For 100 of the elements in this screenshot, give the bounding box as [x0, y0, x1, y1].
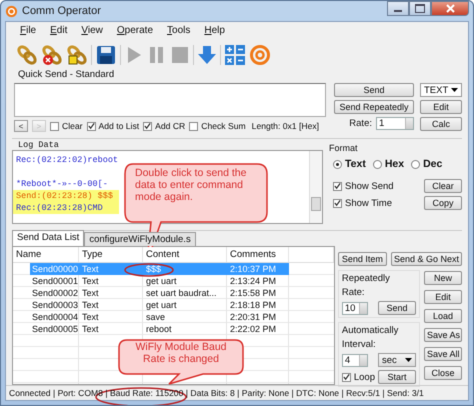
table-cell-text: set uart baudrat...	[145, 288, 218, 298]
log-line: *Reboot*-»--0-00[-	[15, 178, 108, 190]
menu-item[interactable]: Help	[204, 25, 225, 40]
radio-label: Hex	[384, 158, 404, 170]
chain-icon[interactable]	[16, 44, 38, 66]
list-button[interactable]: Close	[424, 366, 462, 380]
table-cell-text: Text	[81, 312, 100, 322]
chain-error-icon[interactable]	[41, 44, 63, 66]
menu-item[interactable]: Operate	[116, 25, 154, 40]
list-button[interactable]: Save As	[424, 328, 462, 342]
checkbox[interactable]	[143, 122, 152, 130]
unit-dropdown[interactable]: sec	[378, 353, 416, 367]
table-cell-text: Text	[81, 288, 100, 298]
checkbox-label: Clear	[62, 121, 83, 131]
length-label: Length: 0x1 [Hex]	[252, 121, 320, 131]
caret-icon	[451, 88, 458, 92]
checkbox[interactable]	[189, 122, 198, 130]
save-icon[interactable]	[95, 44, 117, 66]
checkbox-label: Add to List	[98, 121, 140, 131]
checkbox[interactable]	[342, 372, 351, 382]
list-button[interactable]: Edit	[424, 290, 462, 304]
send-repeatedly-button[interactable]: Send Repeatedly	[334, 100, 414, 114]
checkbox-label: Check Sum	[201, 121, 246, 131]
table-cell-text: 2:18:18 PM	[229, 300, 278, 310]
scrollbar[interactable]	[309, 151, 322, 223]
table-row[interactable]: Send00002 Text set uart baudrat... 2:15:58 PM	[13, 287, 289, 299]
send-button[interactable]: Send	[334, 83, 414, 97]
radio-button[interactable]	[411, 160, 420, 168]
menu-item[interactable]: View	[81, 25, 103, 40]
start-button[interactable]: Start	[378, 370, 416, 384]
column-header[interactable]: Comments	[227, 247, 289, 262]
logo-icon[interactable]	[249, 44, 271, 66]
list-button[interactable]: Load	[424, 309, 462, 323]
radio-button[interactable]	[333, 160, 342, 168]
quick-send-field[interactable]	[14, 83, 326, 117]
log-button[interactable]: Copy	[424, 196, 462, 210]
interval-field[interactable]: 4	[342, 354, 368, 366]
radio-button[interactable]	[372, 160, 382, 168]
calculator-icon[interactable]	[224, 44, 246, 66]
tab[interactable]: configureWiFlyModule.s	[84, 232, 196, 246]
table-cell-text: Send00002	[31, 288, 79, 298]
table-row[interactable]: Send00005 Text reboot 2:22:02 PM	[13, 323, 289, 335]
table-cell-text: Send00001	[31, 276, 79, 286]
checkbox-label: Add CR	[155, 121, 186, 131]
menu-item[interactable]: File	[20, 25, 36, 40]
format-label: Format	[329, 143, 359, 153]
mode-dropdown[interactable]: TEXT	[420, 83, 462, 97]
calc-button[interactable]: Calc	[420, 117, 462, 131]
tab[interactable]: Send Data List	[12, 230, 84, 246]
table-cell-text: Text	[81, 264, 100, 274]
chain-edit-icon[interactable]	[66, 44, 88, 66]
menu-item[interactable]: Tools	[167, 25, 190, 40]
list-button[interactable]: Save All	[424, 347, 462, 361]
table-cell-text: 2:10:37 PM	[229, 264, 278, 274]
group-title: Repeatedly	[342, 273, 391, 284]
maximize-button[interactable]	[409, 1, 431, 16]
rate-field[interactable]: 10	[342, 302, 368, 314]
section-title: Quick Send - Standard	[17, 69, 116, 81]
send-next-button[interactable]: Send & Go Next	[390, 252, 462, 266]
table-row[interactable]: Send00001 Text get uart 2:13:24 PM	[13, 275, 289, 287]
rate-label: Rate:	[349, 118, 372, 129]
checkbox[interactable]	[86, 122, 96, 130]
table-cell-text: 2:15:58 PM	[229, 288, 278, 298]
log-button[interactable]: Clear	[424, 179, 462, 193]
checkbox[interactable]	[50, 122, 59, 130]
checkbox-label: Loop	[354, 372, 375, 382]
table-cell-text: Text	[81, 324, 100, 334]
rate-field[interactable]: 1	[376, 117, 414, 130]
table-cell-text: Send00000	[31, 264, 79, 274]
send-button[interactable]: Send	[378, 301, 416, 315]
table-cell-text: Text	[81, 300, 100, 310]
section-title: Log Data	[17, 140, 60, 150]
send-item-button[interactable]: Send Item	[338, 252, 387, 266]
app-logo-icon	[5, 4, 18, 18]
table-cell-text: reboot	[145, 324, 173, 334]
table-row[interactable]: Send00004 Text save 2:20:31 PM	[13, 311, 289, 323]
table-cell-text: get uart	[145, 276, 178, 286]
table-cell-text: 2:20:31 PM	[229, 312, 278, 322]
column-header[interactable]: Type	[79, 247, 143, 262]
table-row[interactable]: Send00003 Text get uart 2:18:18 PM	[13, 299, 289, 311]
edit-button[interactable]: Edit	[420, 100, 462, 114]
checkbox-label: Show Time	[345, 198, 392, 208]
status-bar: Connected | Port: COM8 | Baud Rate: 115200 | Data Bits: 8 | Parity: None | DTC: None | Recv:5/1 | Send: 3/1	[6, 385, 468, 400]
interval-label: Interval:	[342, 339, 377, 350]
menu-item[interactable]: Edit	[50, 25, 68, 40]
list-button[interactable]: New	[424, 271, 462, 285]
close-button[interactable]	[431, 1, 469, 16]
down-arrow-icon[interactable]	[197, 44, 217, 66]
checkbox[interactable]	[333, 198, 342, 208]
checkbox[interactable]	[333, 182, 342, 190]
minimize-button[interactable]	[387, 1, 409, 16]
log-line: Rec:(02:22:02)reboot	[15, 154, 118, 166]
table-cell-text: 2:13:24 PM	[229, 276, 278, 286]
nav-button[interactable]: <	[14, 120, 28, 132]
window-title: Comm Operator	[22, 5, 101, 17]
group-title: Automatically	[342, 325, 400, 336]
callout-text: WiFly Module Baud Rate is changed	[134, 341, 228, 365]
table-cell-text: save	[145, 312, 166, 322]
table-cell-text: Send00004	[31, 312, 79, 322]
column-header[interactable]: Name	[13, 247, 79, 262]
